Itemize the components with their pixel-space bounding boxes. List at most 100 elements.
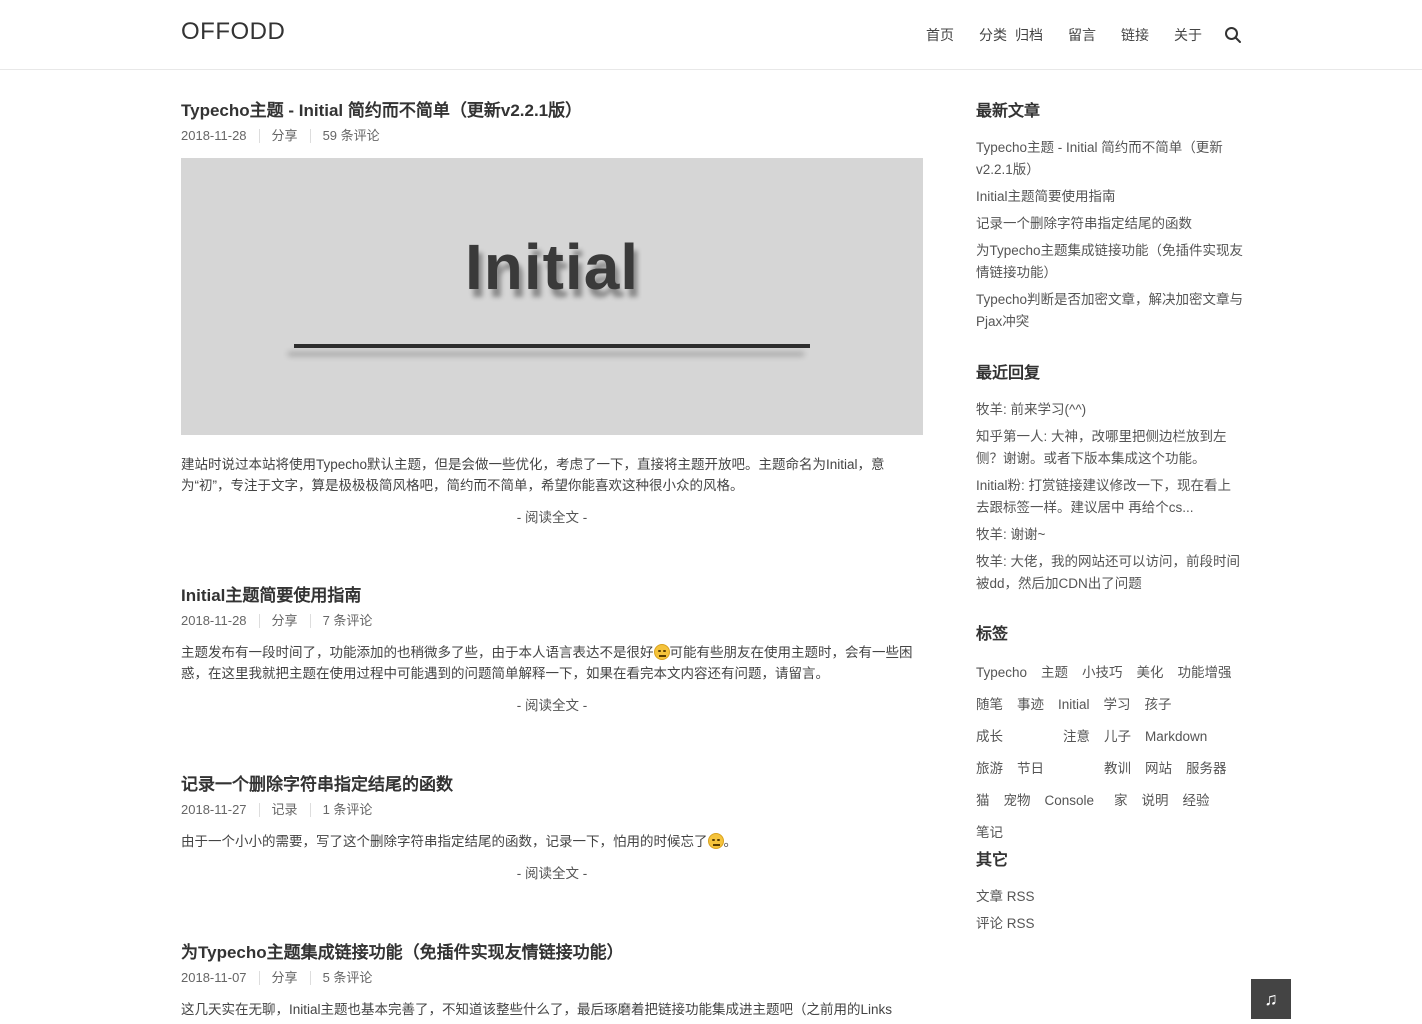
tag-link[interactable]: 注意 bbox=[1063, 721, 1090, 753]
tag-link[interactable]: 教训 bbox=[1104, 753, 1131, 785]
post-category[interactable]: 分享 bbox=[272, 969, 298, 987]
post-meta: 2018-11-27 记录 1 条评论 bbox=[181, 801, 923, 819]
read-more-link[interactable]: - 阅读全文 - bbox=[181, 862, 923, 882]
recent-post-link[interactable]: Typecho主题 - Initial 简约而不简单（更新v2.2.1版） bbox=[976, 140, 1223, 177]
tag-link[interactable]: 网站 bbox=[1145, 753, 1172, 785]
post-title[interactable]: Typecho主题 - Initial 简约而不简单（更新v2.2.1版） bbox=[181, 99, 923, 123]
nav-item-links[interactable]: 链接 bbox=[1121, 25, 1149, 45]
post-category[interactable]: 分享 bbox=[272, 612, 298, 630]
tag-link[interactable]: 主题 bbox=[1041, 657, 1068, 689]
list-item: Typecho主题 - Initial 简约而不简单（更新v2.2.1版） bbox=[976, 137, 1244, 181]
post-item: Initial主题简要使用指南 2018-11-28 分享 7 条评论 主题发布… bbox=[181, 584, 923, 714]
tag-link[interactable]: Initial bbox=[1058, 689, 1090, 721]
tag-link[interactable]: Console bbox=[1045, 785, 1095, 817]
list-item: Initial粉: 打赏链接建议修改一下，现在看上去跟标签一样。建议居中 再给个… bbox=[976, 475, 1244, 519]
site-logo[interactable]: OFFODD bbox=[181, 18, 285, 46]
list-item: 牧羊: 大佬，我的网站还可以访问，前段时间被dd，然后加CDN出了问题 bbox=[976, 551, 1244, 595]
nav-item-guestbook[interactable]: 留言 bbox=[1068, 25, 1096, 45]
tag-link[interactable]: 家 bbox=[1114, 785, 1128, 817]
recent-post-link[interactable]: 记录一个删除字符串指定结尾的函数 bbox=[976, 216, 1192, 231]
nav-item-category[interactable]: 分类 bbox=[979, 25, 1007, 45]
smirk-emoji-icon bbox=[653, 644, 670, 660]
nav-item-archive[interactable]: 归档 bbox=[1015, 25, 1043, 45]
list-item: Typecho判断是否加密文章，解决加密文章与Pjax冲突 bbox=[976, 289, 1244, 333]
posts-rss-link[interactable]: 文章 RSS bbox=[976, 889, 1035, 904]
music-toggle-button[interactable]: ♫ bbox=[1251, 979, 1291, 1019]
tag-link[interactable]: 事迹 bbox=[1017, 689, 1044, 721]
tag-link[interactable]: 功能增强 bbox=[1178, 657, 1232, 689]
recent-comment-link[interactable]: 牧羊: 大佬，我的网站还可以访问，前段时间被dd，然后加CDN出了问题 bbox=[976, 554, 1240, 591]
site-header: OFFODD 首页 分类 归档 留言 链接 关于 bbox=[0, 0, 1422, 70]
post-date: 2018-11-28 bbox=[181, 613, 247, 628]
tag-link[interactable]: 宠物 bbox=[1004, 785, 1031, 817]
post-category[interactable]: 分享 bbox=[272, 127, 298, 145]
tag-link[interactable]: 学习 bbox=[1104, 689, 1131, 721]
list-item: 评论 RSS bbox=[976, 913, 1244, 935]
widget-title: 最新文章 bbox=[976, 103, 1041, 120]
post-excerpt: 由于一个小小的需要，写了这个删除字符串指定结尾的函数，记录一下，怕用的时候忘了。 bbox=[181, 831, 923, 852]
thumbnail-title: Initial bbox=[464, 231, 640, 303]
tag-link[interactable]: 笔记 bbox=[976, 817, 1003, 849]
read-more-link[interactable]: - 阅读全文 - bbox=[181, 694, 923, 714]
comments-rss-link[interactable]: 评论 RSS bbox=[976, 916, 1035, 931]
tags-widget: 标签 Typecho 主题 小技巧 美化 功能增强 随笔 事迹 Initial … bbox=[976, 624, 1246, 849]
tag-link[interactable]: 孩子 bbox=[1145, 689, 1172, 721]
tag-link[interactable]: 旅游 bbox=[976, 753, 1003, 785]
recent-post-link[interactable]: Typecho判断是否加密文章，解决加密文章与Pjax冲突 bbox=[976, 292, 1243, 329]
recent-comment-link[interactable]: 牧羊: 谢谢~ bbox=[976, 527, 1045, 542]
recent-comment-link[interactable]: 知乎第一人: 大神，改哪里把侧边栏放到左侧？谢谢。或者下版本集成这个功能。 bbox=[976, 429, 1227, 466]
meta-divider bbox=[258, 129, 260, 143]
tag-link[interactable]: 随笔 bbox=[976, 689, 1003, 721]
tag-link[interactable]: 儿子 bbox=[1104, 721, 1131, 753]
list-item: 为Typecho主题集成链接功能（免插件实现友情链接功能） bbox=[976, 240, 1244, 284]
post-date: 2018-11-28 bbox=[181, 128, 247, 143]
meta-divider bbox=[309, 614, 311, 628]
tag-link[interactable]: 服务器 bbox=[1186, 753, 1227, 785]
post-category[interactable]: 记录 bbox=[272, 801, 298, 819]
post-date: 2018-11-07 bbox=[181, 970, 247, 985]
post-item: 为Typecho主题集成链接功能（免插件实现友情链接功能） 2018-11-07… bbox=[181, 941, 923, 1020]
list-item: 知乎第一人: 大神，改哪里把侧边栏放到左侧？谢谢。或者下版本集成这个功能。 bbox=[976, 426, 1244, 470]
tag-link[interactable]: 说明 bbox=[1142, 785, 1169, 817]
main-nav: 首页 分类 归档 留言 链接 关于 bbox=[926, 0, 1242, 70]
post-meta: 2018-11-28 分享 59 条评论 bbox=[181, 127, 923, 145]
post-comments[interactable]: 59 条评论 bbox=[323, 127, 380, 145]
widget-title: 其它 bbox=[976, 852, 1009, 869]
tag-link[interactable]: 小技巧 bbox=[1082, 657, 1123, 689]
tag-link[interactable]: 节日 bbox=[1017, 753, 1044, 785]
tag-link[interactable]: Markdown bbox=[1145, 721, 1207, 753]
nav-item-about[interactable]: 关于 bbox=[1174, 25, 1202, 45]
nav-item-home[interactable]: 首页 bbox=[926, 25, 954, 45]
search-icon[interactable] bbox=[1224, 26, 1242, 44]
recent-comment-link[interactable]: 牧羊: 前来学习(^^) bbox=[976, 402, 1086, 417]
post-excerpt: 主题发布有一段时间了，功能添加的也稍微多了些，由于本人语言表达不是很好 可能有些朋… bbox=[181, 642, 923, 684]
post-comments[interactable]: 7 条评论 bbox=[323, 612, 373, 630]
excerpt-part: 由于一个小小的需要，写了这个删除字符串指定结尾的函数，记录一下，怕用的时候忘了 bbox=[181, 834, 708, 849]
post-excerpt: 建站时说过本站将使用Typecho默认主题，但是会做一些优化，考虑了一下，直接将… bbox=[181, 457, 885, 493]
post-excerpt: 这几天实在无聊，Initial主题也基本完善了，不知道该整些什么了，最后琢磨着把… bbox=[181, 1002, 893, 1017]
recent-comment-link[interactable]: Initial粉: 打赏链接建议修改一下，现在看上去跟标签一样。建议居中 再给个… bbox=[976, 478, 1231, 515]
tag-link[interactable]: 成长 bbox=[976, 721, 1003, 753]
tag-link[interactable]: Typecho bbox=[976, 657, 1027, 689]
post-title[interactable]: Initial主题简要使用指南 bbox=[181, 584, 923, 608]
post-comments[interactable]: 5 条评论 bbox=[323, 969, 373, 987]
recent-posts-list: Typecho主题 - Initial 简约而不简单（更新v2.2.1版） In… bbox=[976, 137, 1244, 333]
list-item: 牧羊: 谢谢~ bbox=[976, 524, 1244, 546]
tag-link[interactable]: 猫 bbox=[976, 785, 990, 817]
post-thumbnail[interactable]: Initial bbox=[181, 158, 923, 435]
recent-post-link[interactable]: Initial主题简要使用指南 bbox=[976, 189, 1116, 204]
read-more-link[interactable]: - 阅读全文 - bbox=[181, 506, 923, 526]
tag-link[interactable]: 经验 bbox=[1183, 785, 1210, 817]
recent-post-link[interactable]: 为Typecho主题集成链接功能（免插件实现友情链接功能） bbox=[976, 243, 1243, 280]
meta-divider bbox=[309, 803, 311, 817]
post-title[interactable]: 记录一个删除字符串指定结尾的函数 bbox=[181, 773, 923, 797]
post-comments[interactable]: 1 条评论 bbox=[323, 801, 373, 819]
post-title[interactable]: 为Typecho主题集成链接功能（免插件实现友情链接功能） bbox=[181, 941, 923, 965]
expressionless-emoji-icon bbox=[707, 833, 724, 849]
meta-divider bbox=[258, 614, 260, 628]
post-meta: 2018-11-07 分享 5 条评论 bbox=[181, 969, 923, 987]
tag-link[interactable]: 美化 bbox=[1137, 657, 1164, 689]
recent-comments-widget: 最近回复 牧羊: 前来学习(^^) 知乎第一人: 大神，改哪里把侧边栏放到左侧？… bbox=[976, 363, 1244, 600]
recent-posts-widget: 最新文章 Typecho主题 - Initial 简约而不简单（更新v2.2.1… bbox=[976, 101, 1244, 338]
music-note-icon: ♫ bbox=[1264, 988, 1278, 1009]
